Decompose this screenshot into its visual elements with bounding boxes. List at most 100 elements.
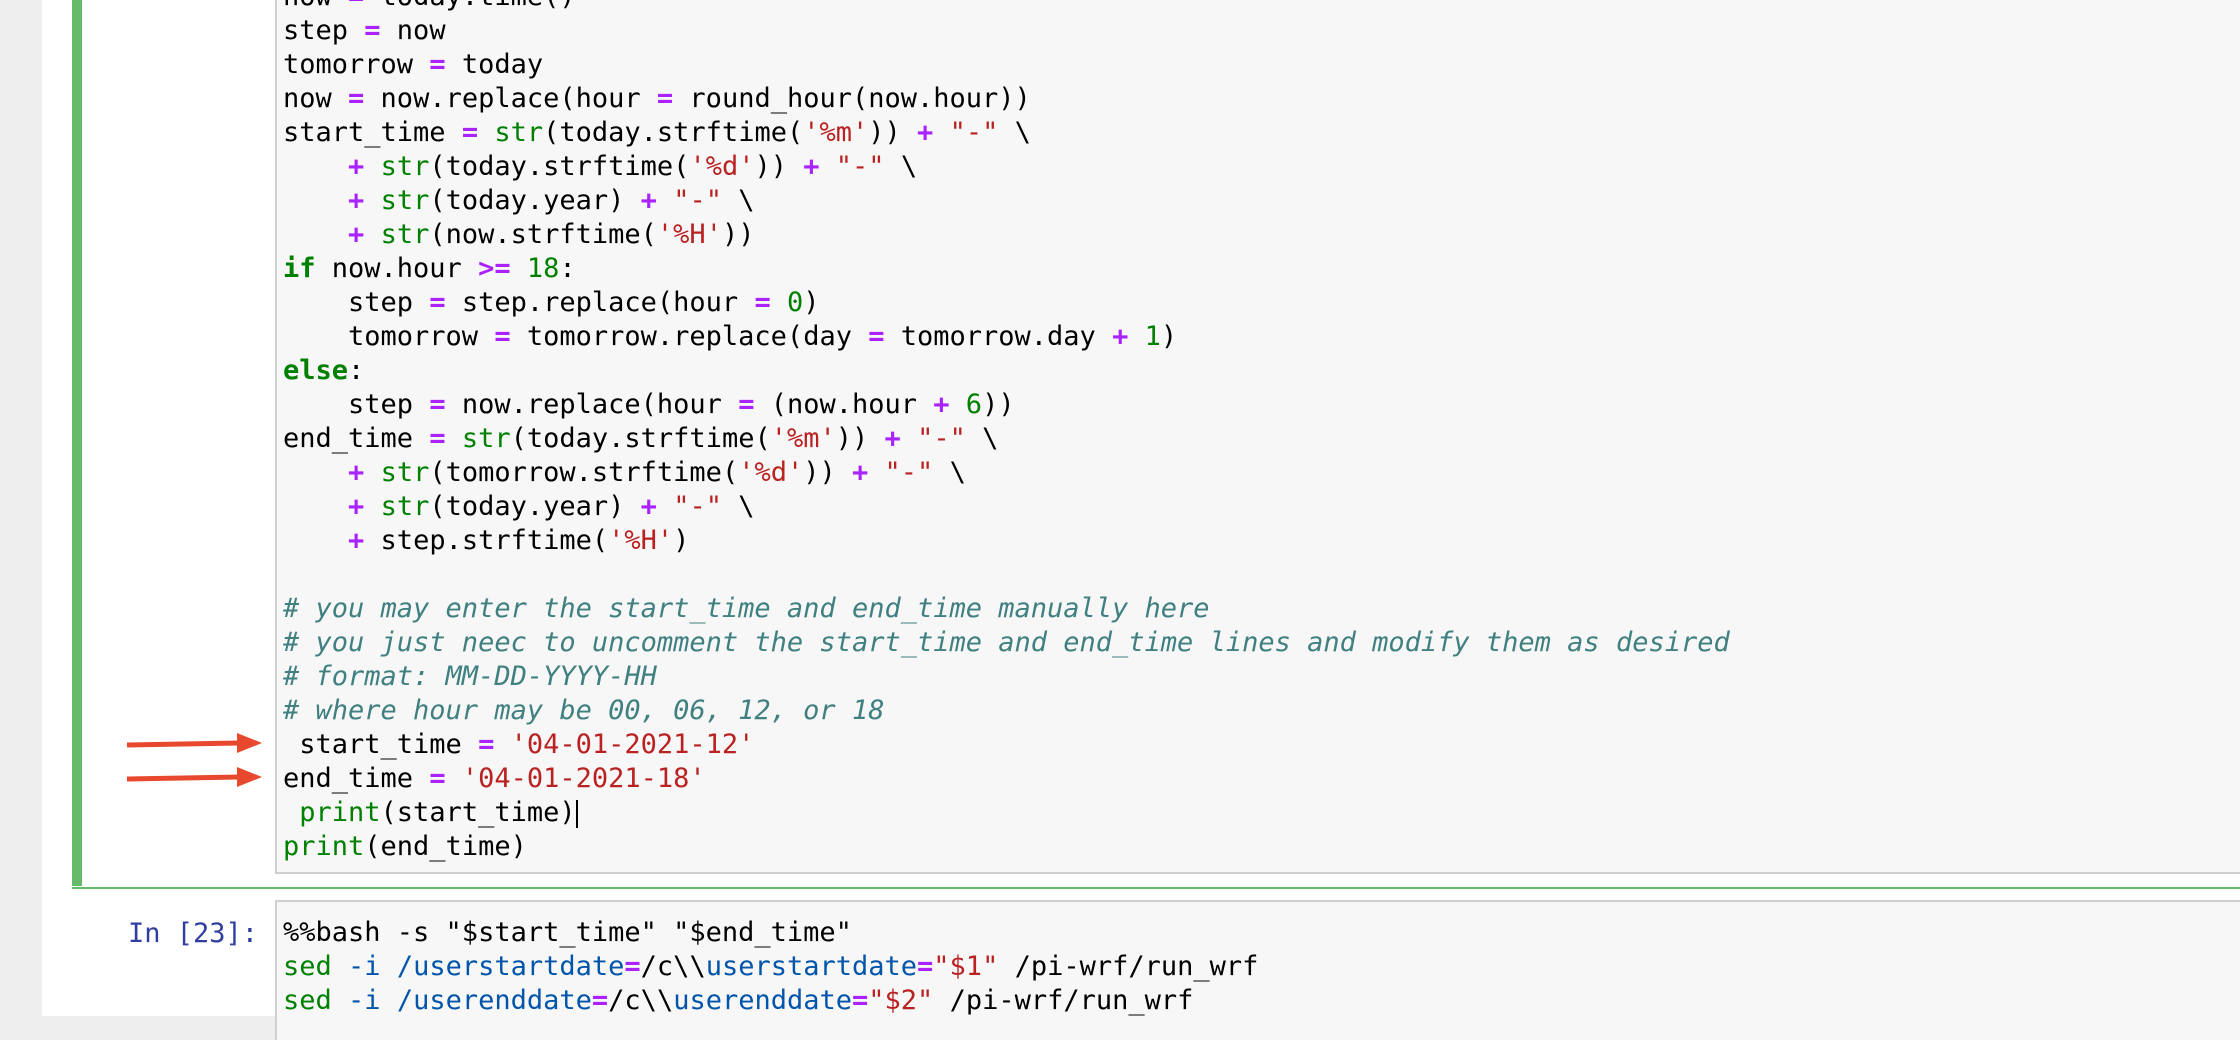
code-editor[interactable]: now = today.time()step = nowtomorrow = t… <box>283 0 1730 864</box>
code-token: = <box>429 49 446 80</box>
code-token: "$2" <box>868 985 934 1016</box>
code-line[interactable]: step = step.replace(hour = 0) <box>283 286 1730 320</box>
code-token: + <box>640 491 657 522</box>
code-token: "-" <box>917 423 966 454</box>
code-token: )) <box>982 389 1015 420</box>
code-line[interactable]: + str(today.year) + "-" \ <box>283 490 1730 524</box>
code-line[interactable]: # you just neec to uncomment the start_t… <box>283 626 1730 660</box>
code-token: tomorrow.day <box>884 321 1113 352</box>
code-line[interactable]: print(start_time) <box>283 796 1730 830</box>
code-token: + <box>1112 321 1129 352</box>
code-token: today <box>445 49 544 80</box>
code-token: tomorrow <box>283 321 495 352</box>
code-token: now.replace(hour <box>364 83 657 114</box>
code-line[interactable]: + step.strftime('%H') <box>283 524 1730 558</box>
code-line[interactable]: sed -i /userenddate=/c\\userenddate="$2"… <box>283 984 1258 1018</box>
code-token: + <box>348 151 365 182</box>
code-token: + <box>348 185 365 216</box>
code-token: \ <box>721 185 755 216</box>
code-line[interactable]: now = today.time() <box>283 0 1730 14</box>
code-token: step.strftime( <box>364 525 609 556</box>
code-line[interactable]: # you may enter the start_time and end_t… <box>283 592 1730 626</box>
code-token: : <box>559 253 576 284</box>
code-token: = <box>624 951 641 982</box>
code-line[interactable]: + str(today.year) + "-" \ <box>283 184 1730 218</box>
code-token: step <box>283 389 430 420</box>
code-line[interactable]: now = now.replace(hour = round_hour(now.… <box>283 82 1730 116</box>
code-line[interactable]: # format: MM-DD-YYYY-HH <box>283 660 1730 694</box>
code-line[interactable]: step = now <box>283 14 1730 48</box>
code-token: 0 <box>786 287 804 318</box>
code-token: else <box>283 355 349 386</box>
code-token: : <box>348 355 365 386</box>
code-token: + <box>348 525 365 556</box>
code-token: '04-01-2021-18' <box>461 763 706 794</box>
code-token: = <box>738 389 755 420</box>
code-line[interactable]: end_time = '04-01-2021-18' <box>283 762 1730 796</box>
code-line[interactable]: if now.hour >= 18: <box>283 252 1730 286</box>
code-line[interactable]: + str(tomorrow.strftime('%d')) + "-" \ <box>283 456 1730 490</box>
code-line[interactable]: step = now.replace(hour = (now.hour + 6)… <box>283 388 1730 422</box>
code-line[interactable]: + str(now.strftime('%H')) <box>283 218 1730 252</box>
code-token: + <box>884 423 901 454</box>
code-line[interactable]: start_time = '04-01-2021-12' <box>283 728 1730 762</box>
code-token: "-" <box>673 185 722 216</box>
code-token: /pi-wrf/run_wrf <box>998 951 1259 982</box>
code-token: = <box>917 951 934 982</box>
code-line[interactable]: else: <box>283 354 1730 388</box>
code-token: print <box>299 797 381 828</box>
code-line[interactable]: sed -i /userstartdate=/c\\userstartdate=… <box>283 950 1258 984</box>
code-line[interactable]: print(end_time) <box>283 830 1730 864</box>
next-code-editor[interactable]: %%bash -s "$start_time" "$end_time" sed -… <box>283 916 1258 1018</box>
code-token: now <box>283 0 348 12</box>
code-token: # you may enter the start_time and end_t… <box>283 593 1210 624</box>
code-line[interactable]: tomorrow = tomorrow.replace(day = tomorr… <box>283 320 1730 354</box>
code-token: -i <box>348 951 381 982</box>
code-line[interactable]: ​ <box>283 558 1730 592</box>
code-line[interactable]: start_time = str(today.strftime('%m')) +… <box>283 116 1730 150</box>
code-token: str <box>380 219 430 250</box>
code-token: start_time <box>283 729 479 760</box>
code-line[interactable]: end_time = str(today.strftime('%m')) + "… <box>283 422 1730 456</box>
text-cursor <box>575 799 578 828</box>
code-token: '04-01-2021-12' <box>510 729 755 760</box>
code-token: round_hour(now.hour)) <box>673 83 1031 114</box>
code-line[interactable]: # where hour may be 00, 06, 12, or 18 <box>283 694 1730 728</box>
code-token: + <box>640 185 657 216</box>
code-token: /c\\ <box>640 951 706 982</box>
code-token: str <box>494 117 544 148</box>
code-token: end_time <box>283 763 430 794</box>
code-token: now.replace(hour <box>445 389 739 420</box>
code-token: = <box>429 763 446 794</box>
code-token: ) <box>1160 321 1178 352</box>
code-line[interactable]: %%bash -s "$start_time" "$end_time" <box>283 916 1258 950</box>
code-token: userenddate <box>673 985 853 1016</box>
code-token: str <box>380 185 430 216</box>
code-line[interactable]: tomorrow = today <box>283 48 1730 82</box>
code-line[interactable]: + str(today.strftime('%d')) + "-" \ <box>283 150 1730 184</box>
code-token: "-" <box>949 117 999 148</box>
code-token: = <box>348 83 365 114</box>
code-token: %%bash -s "$start_time" "$end_time" <box>283 917 852 948</box>
code-token: 6 <box>965 389 983 420</box>
code-token: (today.year) <box>429 491 641 522</box>
code-token: # format: MM-DD-YYYY-HH <box>283 661 657 692</box>
code-token: print <box>283 831 365 862</box>
code-token: str <box>380 491 430 522</box>
code-token: "$1" <box>933 951 999 982</box>
code-token: sed <box>283 985 332 1016</box>
